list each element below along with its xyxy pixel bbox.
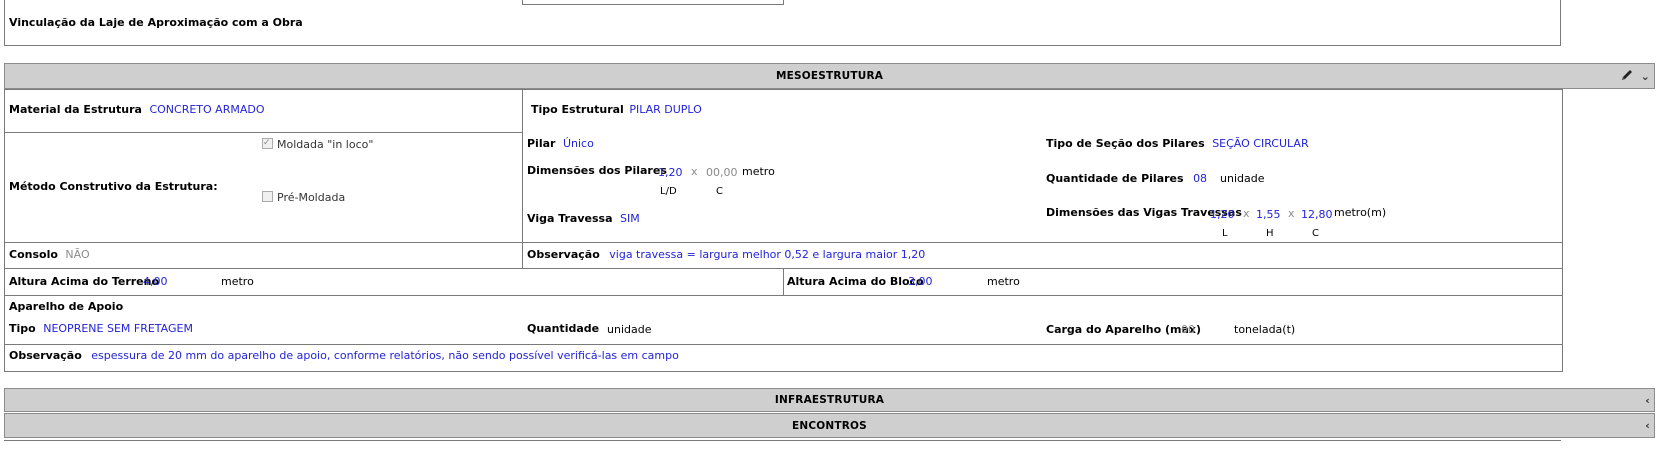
obs-label: Observação <box>527 248 600 261</box>
carga-value[interactable]: 00 <box>1181 323 1195 337</box>
qtd-pilares-unit: unidade <box>1220 172 1265 185</box>
dim-pilar-times: x <box>691 165 698 178</box>
row-divider-5 <box>4 344 1562 345</box>
qtd-pilares-value[interactable]: 08 <box>1193 172 1207 185</box>
tipo-secao-label: Tipo de Seção dos Pilares <box>1046 137 1205 150</box>
material-field: Material da Estrutura CONCRETO ARMADO <box>9 103 264 117</box>
chevron-down-icon[interactable]: ⌄ <box>1641 70 1650 83</box>
pre-moldada-label: Pré-Moldada <box>277 191 346 204</box>
row-divider-1 <box>4 132 522 133</box>
dim-pilar-ld-sub: L/D <box>660 186 677 197</box>
viga-h-value[interactable]: 1,55 <box>1256 208 1281 222</box>
quantidade-label: Quantidade <box>527 322 600 335</box>
pilar-label: Pilar <box>527 137 556 150</box>
obs-field: Observação viga travessa = largura melho… <box>527 248 925 262</box>
quantidade-unit: unidade <box>607 323 652 336</box>
viga-c-sub: C <box>1312 228 1319 239</box>
viga-field: Viga Travessa SIM <box>527 212 640 226</box>
pilar-field: Pilar Único <box>527 137 594 151</box>
altura-terreno-unit: metro <box>221 275 254 288</box>
altura-divider <box>783 268 784 295</box>
partial-divider-right <box>783 0 784 4</box>
partial-tab-underline <box>522 4 784 5</box>
mesoestrutura-title: MESOESTRUTURA <box>775 70 884 82</box>
pilar-value[interactable]: Único <box>563 137 594 150</box>
infraestrutura-title: INFRAESTRUTURA <box>774 394 885 406</box>
option-moldada[interactable]: Moldada "in loco" <box>262 136 374 152</box>
pre-moldada-checkbox[interactable] <box>262 191 273 202</box>
tipo-field: Tipo NEOPRENE SEM FRETAGEM <box>9 322 193 336</box>
viga-c-value[interactable]: 12,80 <box>1301 208 1333 222</box>
viga-times-2: x <box>1288 207 1295 220</box>
dim-pilar-ld-value[interactable]: 1,20 <box>658 166 683 180</box>
bottom-edge <box>4 440 1561 441</box>
obs2-label: Observação <box>9 349 82 362</box>
dim-pilar-c-sub: C <box>716 186 723 197</box>
dim-pilar-unit: metro <box>742 165 775 178</box>
viga-l-value[interactable]: 1,20 <box>1210 208 1235 222</box>
viga-unit: metro(m) <box>1334 206 1387 219</box>
altura-terreno-value[interactable]: 4,00 <box>143 275 168 289</box>
qtd-pilares-label: Quantidade de Pilares <box>1046 172 1184 185</box>
viga-h-sub: H <box>1266 228 1274 239</box>
option-pre-moldada[interactable]: Pré-Moldada <box>262 191 345 205</box>
chevron-left-icon[interactable]: ‹ <box>1645 394 1650 407</box>
consolo-label: Consolo <box>9 248 58 261</box>
carga-label: Carga do Aparelho (max) <box>1046 323 1202 336</box>
tipo-value[interactable]: NEOPRENE SEM FRETAGEM <box>43 322 193 335</box>
encontros-header[interactable]: ENCONTROS ‹ <box>4 413 1655 438</box>
qtd-pilares-field: Quantidade de Pilares 08 <box>1046 172 1207 186</box>
viga-value[interactable]: SIM <box>620 212 640 225</box>
vinculacao-label: Vinculação da Laje de Aproximação com a … <box>9 16 303 29</box>
tipo-secao-value[interactable]: SEÇÃO CIRCULAR <box>1212 137 1308 150</box>
viga-times-1: x <box>1243 207 1250 220</box>
tipo-estrutural-field: Tipo Estrutural PILAR DUPLO <box>531 103 702 117</box>
tipo-secao-field: Tipo de Seção dos Pilares SEÇÃO CIRCULAR <box>1046 137 1309 151</box>
dim-pilares-label: Dimensões dos Pilares <box>527 164 667 177</box>
material-value[interactable]: CONCRETO ARMADO <box>149 103 264 116</box>
obs2-value[interactable]: espessura de 20 mm do aparelho de apoio,… <box>91 349 679 362</box>
pencil-icon[interactable] <box>1620 68 1634 85</box>
consolo-value[interactable]: NÃO <box>65 248 89 261</box>
carga-unit: tonelada(t) <box>1234 323 1296 336</box>
altura-bloco-label: Altura Acima do Bloco <box>787 275 924 288</box>
material-label: Material da Estrutura <box>9 103 142 116</box>
metodo-label: Método Construtivo da Estrutura: <box>9 180 218 193</box>
moldada-checkbox[interactable] <box>262 136 273 150</box>
dim-pilar-c-value[interactable]: 00,00 <box>706 166 738 180</box>
viga-label: Viga Travessa <box>527 212 613 225</box>
tipo-label: Tipo <box>9 322 36 335</box>
altura-bloco-value[interactable]: 3,00 <box>908 275 933 289</box>
chevron-left-icon[interactable]: ‹ <box>1645 419 1650 432</box>
altura-terreno-label: Altura Acima do Terreno <box>9 275 160 288</box>
obs2-field: Observação espessura de 20 mm do aparelh… <box>9 349 679 363</box>
viga-l-sub: L <box>1222 228 1228 239</box>
altura-bloco-unit: metro <box>987 275 1020 288</box>
row-divider-2 <box>4 242 1562 243</box>
consolo-field: Consolo NÃO <box>9 248 90 262</box>
mesoestrutura-header[interactable]: MESOESTRUTURA ⌄ <box>4 63 1655 89</box>
tipo-estrutural-label: Tipo Estrutural <box>531 103 624 116</box>
infraestrutura-header[interactable]: INFRAESTRUTURA ‹ <box>4 388 1655 412</box>
obs-value[interactable]: viga travessa = largura melhor 0,52 e la… <box>609 248 925 261</box>
aparelho-label: Aparelho de Apoio <box>9 300 124 313</box>
encontros-title: ENCONTROS <box>792 419 867 432</box>
tipo-estrutural-value[interactable]: PILAR DUPLO <box>629 103 701 116</box>
moldada-label: Moldada "in loco" <box>277 138 374 151</box>
partial-divider <box>522 0 523 4</box>
row-divider-4 <box>4 295 1562 296</box>
